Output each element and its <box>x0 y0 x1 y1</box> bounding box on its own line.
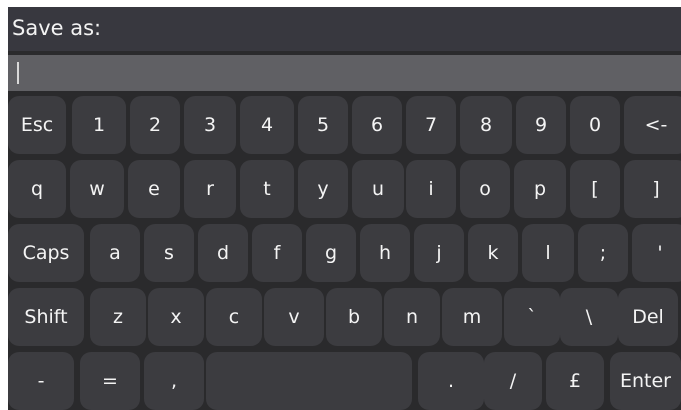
key-r[interactable]: r <box>184 160 236 218</box>
key-c[interactable]: c <box>206 288 262 346</box>
key-z[interactable]: z <box>90 288 146 346</box>
key-period[interactable]: . <box>418 352 484 410</box>
key-p[interactable]: p <box>514 160 566 218</box>
key-h[interactable]: h <box>360 224 410 282</box>
key-semicolon[interactable]: ; <box>578 224 628 282</box>
key-4[interactable]: 4 <box>240 96 294 154</box>
key-u[interactable]: u <box>352 160 404 218</box>
key-l[interactable]: l <box>522 224 574 282</box>
key-8[interactable]: 8 <box>460 96 512 154</box>
key-n[interactable]: n <box>384 288 440 346</box>
delete-key[interactable]: Del <box>618 288 678 346</box>
key-e[interactable]: e <box>128 160 180 218</box>
key-backslash[interactable]: \ <box>560 288 618 346</box>
key-d[interactable]: d <box>198 224 248 282</box>
on-screen-keyboard: Esc 1 2 3 4 5 6 7 8 9 0 <- q w e r t y u i o p[] Caps a s d f g h j k l… <box>8 7 681 410</box>
key-o[interactable]: o <box>460 160 510 218</box>
key-5[interactable]: 5 <box>298 96 348 154</box>
key-1[interactable]: 1 <box>72 96 126 154</box>
esc-key[interactable]: Esc <box>8 96 66 154</box>
key-right-bracket[interactable]: ] <box>624 160 681 218</box>
key-apostrophe[interactable]: ' <box>632 224 681 282</box>
key-equals[interactable]: = <box>80 352 140 410</box>
key-2[interactable]: 2 <box>130 96 180 154</box>
key-x[interactable]: x <box>148 288 204 346</box>
key-7[interactable]: 7 <box>406 96 456 154</box>
key-v[interactable]: v <box>264 288 324 346</box>
key-j[interactable]: j <box>414 224 464 282</box>
key-w[interactable]: w <box>70 160 124 218</box>
key-m[interactable]: m <box>442 288 502 346</box>
key-q[interactable]: q <box>8 160 66 218</box>
key-a[interactable]: a <box>90 224 140 282</box>
shift-key[interactable]: Shift <box>8 288 84 346</box>
key-k[interactable]: k <box>468 224 518 282</box>
save-as-dialog: Save as: Esc 1 2 3 4 5 6 7 8 9 0 <- q w e r t y u i o p[] Caps… <box>8 7 681 410</box>
key-backtick[interactable]: ` <box>504 288 560 346</box>
key-3[interactable]: 3 <box>184 96 236 154</box>
key-y[interactable]: y <box>298 160 348 218</box>
backspace-key[interactable]: <- <box>624 96 681 154</box>
key-t[interactable]: t <box>240 160 294 218</box>
key-s[interactable]: s <box>144 224 194 282</box>
key-0[interactable]: 0 <box>570 96 620 154</box>
key-i[interactable]: i <box>406 160 456 218</box>
key-left-bracket[interactable]: [ <box>570 160 620 218</box>
key-b[interactable]: b <box>326 288 382 346</box>
key-f[interactable]: f <box>252 224 302 282</box>
space-key[interactable] <box>206 352 412 410</box>
key-slash[interactable]: / <box>484 352 542 410</box>
key-pound[interactable]: £ <box>546 352 604 410</box>
caps-lock-key[interactable]: Caps <box>8 224 84 282</box>
key-9[interactable]: 9 <box>516 96 566 154</box>
key-6[interactable]: 6 <box>352 96 402 154</box>
key-comma[interactable]: , <box>144 352 204 410</box>
enter-key[interactable]: Enter <box>610 352 681 410</box>
key-minus[interactable]: - <box>8 352 74 410</box>
key-g[interactable]: g <box>306 224 356 282</box>
